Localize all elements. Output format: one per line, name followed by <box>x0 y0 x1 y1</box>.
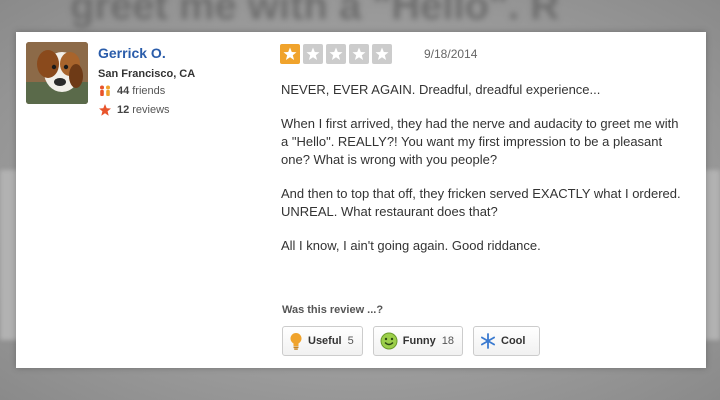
useful-label: Useful <box>308 335 342 347</box>
review-paragraph: NEVER, EVER AGAIN. Dreadful, dreadful ex… <box>281 82 601 97</box>
review-date: 9/18/2014 <box>424 47 478 61</box>
vote-question: Was this review ...? <box>282 304 384 316</box>
friends-stat: 44 friends <box>98 85 165 97</box>
user-name-link[interactable]: Gerrick O. <box>98 45 166 61</box>
background-text: greet me with a "Hello". R <box>70 0 560 28</box>
snowflake-icon <box>480 333 496 349</box>
review-paragraph: And then to top that off, they fricken s… <box>281 186 681 219</box>
lightbulb-icon <box>290 333 302 350</box>
useful-button[interactable]: Useful 5 <box>282 326 363 356</box>
star-empty-icon <box>372 44 392 64</box>
friends-icon <box>100 85 110 96</box>
reviews-count: 12 <box>117 104 130 116</box>
star-empty-icon <box>326 44 346 64</box>
star-rating <box>280 44 395 64</box>
review-card: Gerrick O. San Francisco, CA 44 friends … <box>16 32 706 368</box>
vote-buttons: Useful 5 Funny 18 Cool <box>282 326 550 356</box>
star-empty-icon <box>303 44 323 64</box>
reviews-stat: 12 reviews <box>98 104 170 116</box>
avatar[interactable] <box>26 42 88 104</box>
funny-count: 18 <box>441 335 454 347</box>
funny-label: Funny <box>402 335 436 347</box>
star-empty-icon <box>349 44 369 64</box>
friends-label: friends <box>132 85 166 97</box>
cool-label: Cool <box>501 335 526 347</box>
funny-button[interactable]: Funny 18 <box>372 326 463 356</box>
useful-count: 5 <box>347 335 354 347</box>
user-location: San Francisco, CA <box>98 68 196 80</box>
review-body: NEVER, EVER AGAIN. Dreadful, dreadful ex… <box>281 81 681 271</box>
review-paragraph: All I know, I ain't going again. Good ri… <box>281 238 541 253</box>
review-paragraph: When I first arrived, they had the nerve… <box>281 116 679 167</box>
reviews-label: reviews <box>132 104 170 116</box>
smiley-icon <box>380 332 398 350</box>
star-filled-icon <box>280 44 300 64</box>
star-icon <box>99 104 111 116</box>
cool-button[interactable]: Cool <box>473 326 541 356</box>
friends-count: 44 <box>117 85 130 97</box>
